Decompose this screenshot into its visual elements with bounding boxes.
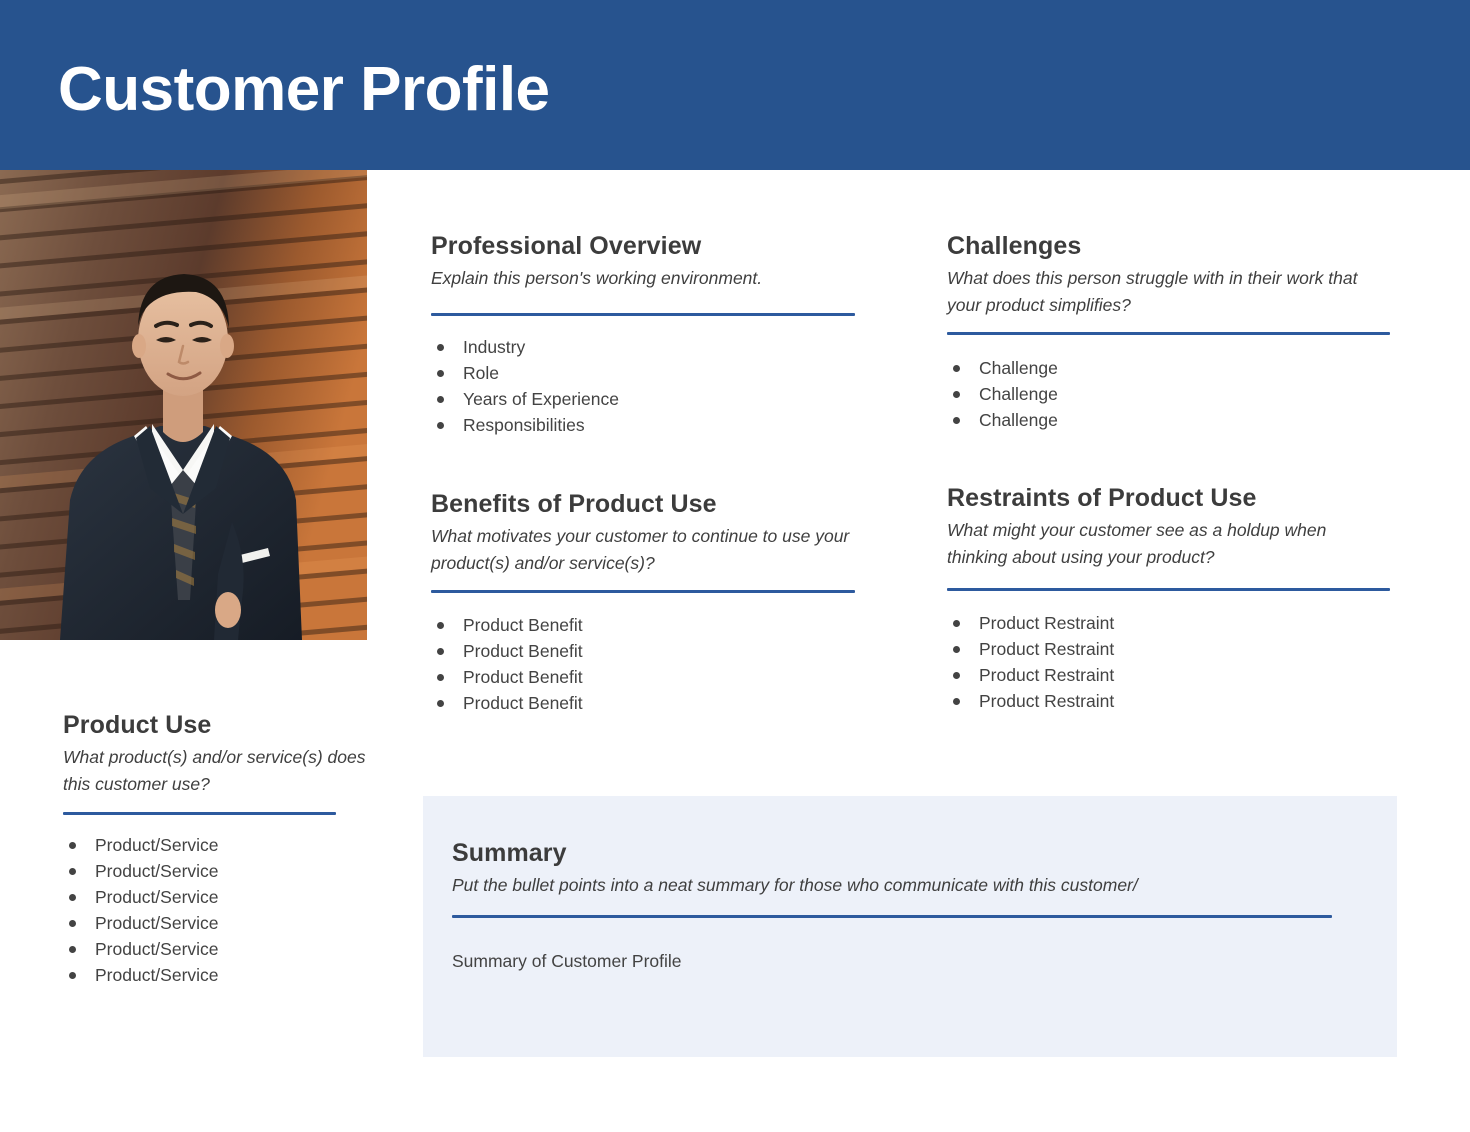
list-item: Product Restraint bbox=[947, 610, 1393, 636]
list-item: Product Benefit bbox=[431, 638, 861, 664]
challenges-list: Challenge Challenge Challenge bbox=[947, 355, 1393, 433]
list-item: Product/Service bbox=[63, 858, 383, 884]
page-header: Customer Profile bbox=[0, 0, 1470, 170]
section-divider bbox=[947, 587, 1390, 591]
section-divider bbox=[431, 589, 855, 593]
summary-content: Summary Put the bullet points into a nea… bbox=[452, 839, 1352, 974]
section-divider bbox=[452, 914, 1332, 918]
list-item: Product/Service bbox=[63, 962, 383, 988]
professional-overview-list: Industry Role Years of Experience Respon… bbox=[431, 334, 861, 438]
section-subtitle: Put the bullet points into a neat summar… bbox=[452, 874, 1138, 895]
section-professional-overview: Professional Overview Explain this perso… bbox=[431, 232, 861, 438]
list-item: Product/Service bbox=[63, 910, 383, 936]
customer-photo-illustration bbox=[0, 170, 367, 640]
section-title: Benefits of Product Use bbox=[431, 490, 717, 518]
list-item: Product Benefit bbox=[431, 690, 861, 716]
list-item: Product/Service bbox=[63, 832, 383, 858]
section-divider bbox=[63, 811, 336, 815]
section-divider bbox=[947, 331, 1390, 335]
list-item: Challenge bbox=[947, 381, 1393, 407]
section-divider bbox=[431, 312, 855, 316]
list-item: Product Restraint bbox=[947, 636, 1393, 662]
section-title: Product Use bbox=[63, 711, 212, 739]
list-item: Industry bbox=[431, 334, 861, 360]
list-item: Product Restraint bbox=[947, 662, 1393, 688]
list-item: Role bbox=[431, 360, 861, 386]
list-item: Product Benefit bbox=[431, 664, 861, 690]
restraints-list: Product Restraint Product Restraint Prod… bbox=[947, 610, 1393, 714]
list-item: Challenge bbox=[947, 355, 1393, 381]
customer-photo bbox=[0, 170, 367, 640]
section-challenges: Challenges What does this person struggl… bbox=[947, 232, 1393, 433]
product-use-list: Product/Service Product/Service Product/… bbox=[63, 832, 383, 988]
page-title: Customer Profile bbox=[58, 55, 550, 124]
list-item: Responsibilities bbox=[431, 412, 861, 438]
list-item: Product/Service bbox=[63, 884, 383, 910]
section-benefits-of-product-use: Benefits of Product Use What motivates y… bbox=[431, 490, 861, 716]
section-subtitle: What motivates your customer to continue… bbox=[431, 525, 850, 573]
list-item: Challenge bbox=[947, 407, 1393, 433]
list-item: Product Benefit bbox=[431, 612, 861, 638]
list-item: Years of Experience bbox=[431, 386, 861, 412]
benefits-list: Product Benefit Product Benefit Product … bbox=[431, 612, 861, 716]
section-subtitle: What might your customer see as a holdup… bbox=[947, 519, 1327, 567]
section-subtitle: What does this person struggle with in t… bbox=[947, 267, 1358, 315]
section-subtitle: Explain this person's working environmen… bbox=[431, 267, 763, 288]
summary-panel: Summary Put the bullet points into a nea… bbox=[423, 796, 1397, 1057]
section-title: Summary bbox=[452, 839, 567, 867]
summary-body-text: Summary of Customer Profile bbox=[452, 950, 682, 971]
section-restraints-of-product-use: Restraints of Product Use What might you… bbox=[947, 484, 1393, 714]
section-product-use: Product Use What product(s) and/or servi… bbox=[63, 711, 383, 988]
section-title: Challenges bbox=[947, 232, 1082, 260]
list-item: Product Restraint bbox=[947, 688, 1393, 714]
section-subtitle: What product(s) and/or service(s) does t… bbox=[63, 746, 366, 794]
list-item: Product/Service bbox=[63, 936, 383, 962]
customer-profile-page: Customer Profile Professional Overview E… bbox=[0, 0, 1470, 1132]
section-title: Restraints of Product Use bbox=[947, 484, 1257, 512]
section-title: Professional Overview bbox=[431, 232, 702, 260]
